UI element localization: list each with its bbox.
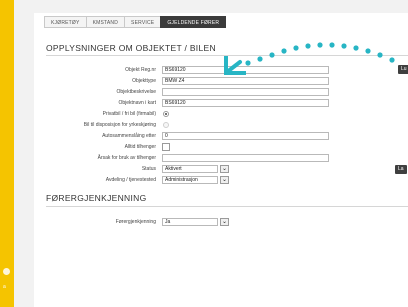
annotation-arrow-icon	[224, 42, 395, 75]
